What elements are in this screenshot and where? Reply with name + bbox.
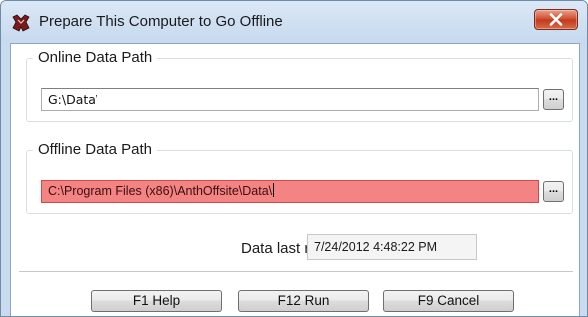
online-browse-button[interactable]: ... — [543, 89, 564, 110]
close-x-icon — [549, 13, 563, 26]
offline-path-field[interactable]: C:\Program Files (x86)\AnthOffsite\Data\ — [41, 180, 539, 203]
online-path-value: G:\Data\ — [48, 92, 101, 107]
offline-path-value: C:\Program Files (x86)\AnthOffsite\Data\ — [48, 184, 273, 198]
dialog-body: Online Data Path G:\Data\ ... Offline Da… — [10, 43, 580, 316]
online-path-field[interactable]: G:\Data\ — [41, 88, 539, 111]
offline-path-legend: Offline Data Path — [33, 141, 157, 158]
app-logo-icon — [12, 14, 30, 32]
divider — [19, 271, 573, 273]
run-button[interactable]: F12 Run — [238, 290, 369, 312]
title-bar[interactable]: Prepare This Computer to Go Offline — [1, 1, 587, 43]
online-path-legend: Online Data Path — [33, 49, 158, 66]
text-caret — [273, 183, 275, 197]
offline-browse-button[interactable]: ... — [543, 181, 564, 202]
last-refreshed-value: 7/24/2012 4:48:22 PM — [307, 234, 477, 260]
redacted-mask — [97, 92, 267, 106]
offline-path-group: Offline Data Path C:\Program Files (x86)… — [26, 141, 573, 214]
cancel-button[interactable]: F9 Cancel — [383, 290, 514, 312]
online-path-group: Online Data Path G:\Data\ ... — [26, 49, 573, 122]
help-button[interactable]: F1 Help — [91, 290, 222, 312]
close-button[interactable] — [534, 9, 578, 30]
window-title: Prepare This Computer to Go Offline — [39, 13, 283, 30]
dialog-window: Prepare This Computer to Go Offline Onli… — [0, 0, 588, 317]
